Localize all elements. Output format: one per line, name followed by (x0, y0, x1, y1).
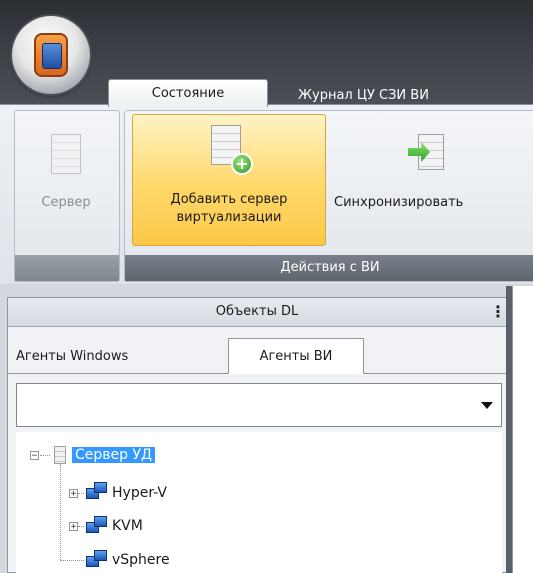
tree-node-hyperv[interactable]: Hyper-V (112, 481, 167, 505)
tree-node-label: vSphere (112, 552, 170, 568)
plus-icon: + (231, 153, 253, 175)
ribbon-group-label (15, 255, 119, 281)
ribbon-group-label: Действия с ВИ (125, 255, 533, 281)
server-button-label: Сервер (41, 195, 91, 210)
network-icon (86, 482, 107, 500)
tree-connector (40, 455, 50, 457)
add-virtualization-server-button[interactable]: + Добавить сервер виртуализации (132, 114, 326, 246)
app-logo-icon (34, 33, 68, 77)
network-icon (86, 550, 107, 568)
server-icon (54, 446, 66, 464)
tree-connector (60, 560, 84, 562)
server-icon (51, 134, 81, 174)
tree-node-label: Сервер УД (72, 447, 155, 463)
tree-connector (78, 526, 84, 528)
chevron-down-icon[interactable] (481, 402, 493, 409)
tab-vi-agents[interactable]: Агенты ВИ (228, 338, 364, 374)
server-button[interactable]: Сервер (18, 118, 114, 248)
network-icon (86, 516, 107, 534)
tree-node-kvm[interactable]: KVM (112, 514, 143, 538)
object-tree: − Сервер УД + Hyper-V + KVM vSphere (16, 432, 502, 573)
synchronize-label: Синхронизировать (334, 195, 464, 210)
expand-icon[interactable]: + (69, 522, 78, 532)
panel-title: Объекты DL (8, 298, 506, 327)
main-content-pane (512, 286, 533, 573)
tree-node-vsphere[interactable]: vSphere (112, 548, 170, 572)
collapse-icon[interactable]: − (30, 451, 39, 461)
add-server-label-line2: виртуализации (176, 210, 282, 225)
add-server-label-line1: Добавить сервер (170, 192, 288, 207)
tree-connector (60, 464, 62, 560)
tree-connector (78, 493, 84, 495)
tree-node-label: Hyper-V (112, 485, 167, 501)
tab-windows-agents[interactable]: Агенты Windows (8, 341, 136, 373)
application-menu-button[interactable] (12, 16, 90, 94)
synchronize-button[interactable]: Синхронизировать (328, 118, 533, 248)
tab-status[interactable]: Состояние (108, 79, 268, 107)
tree-node-label: KVM (112, 518, 143, 534)
filter-combobox[interactable] (16, 383, 502, 427)
panel-options-icon[interactable]: ⋮ (490, 302, 506, 322)
expand-icon[interactable]: + (69, 489, 78, 499)
tree-node-root[interactable]: Сервер УД (72, 443, 155, 467)
